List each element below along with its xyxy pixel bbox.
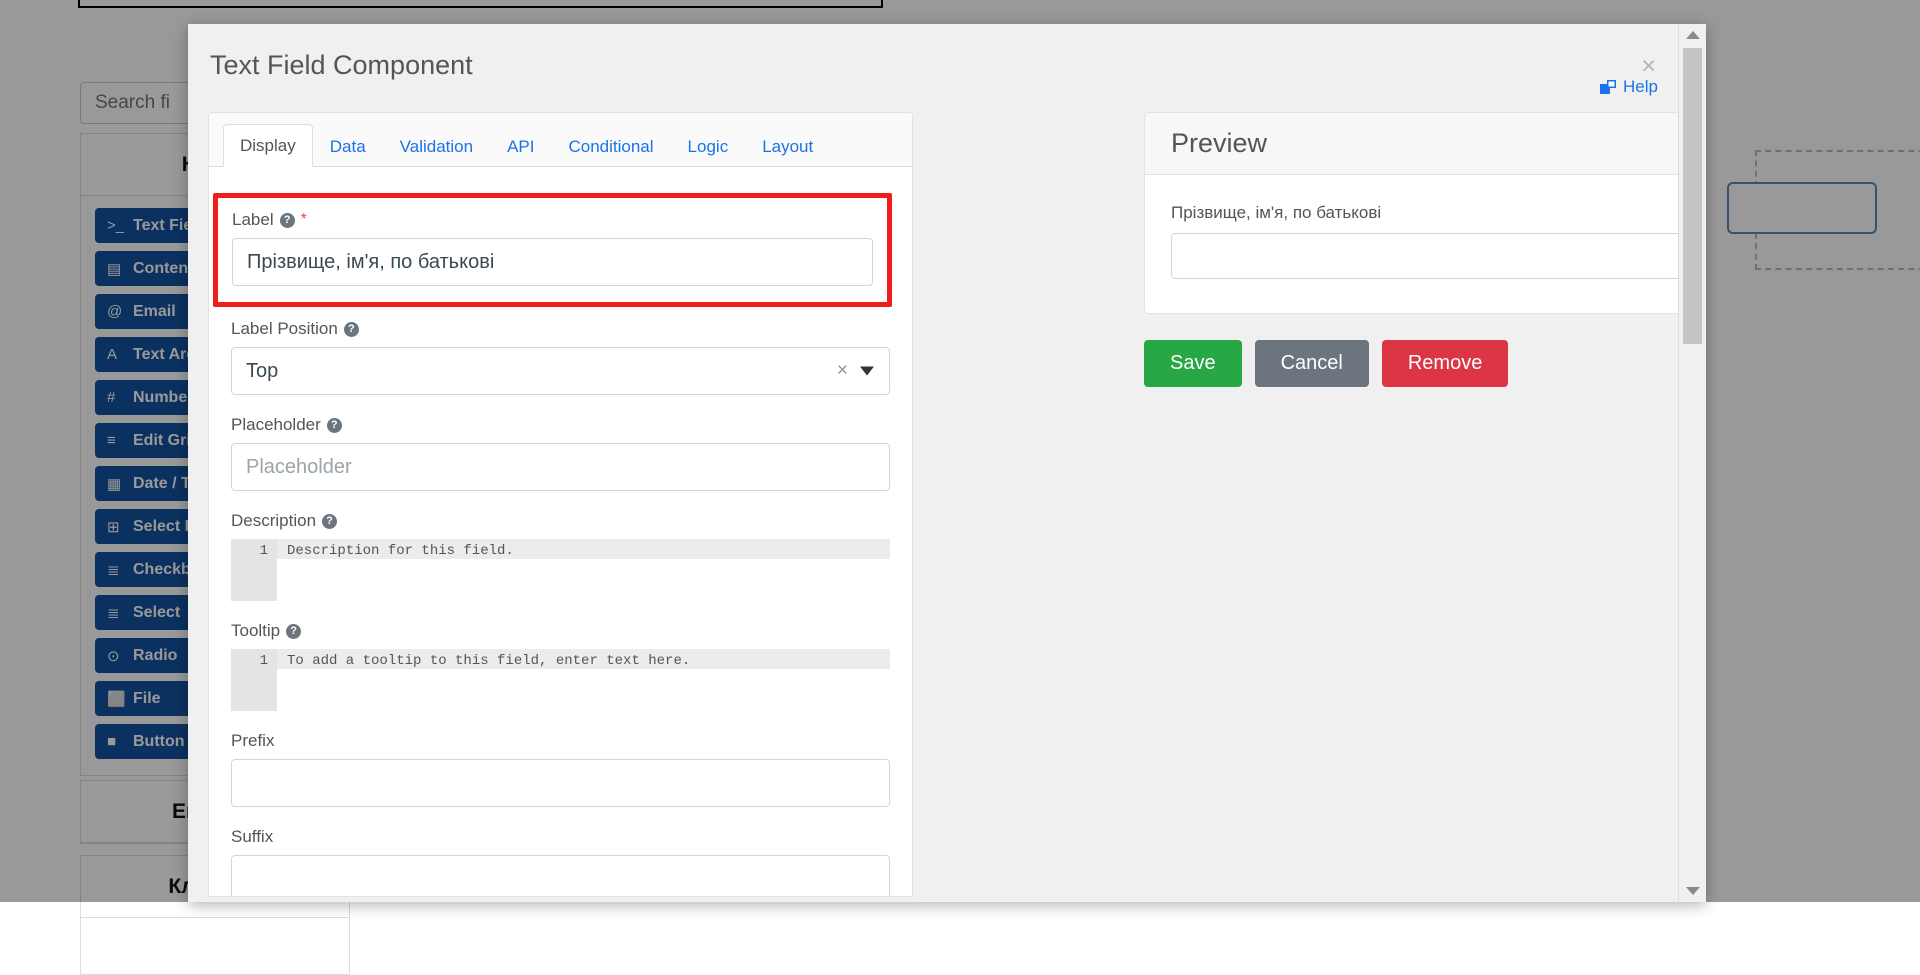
display-settings-form: Label ? * Label Position ? × bbox=[209, 167, 912, 897]
description-code-line: Description for this field. bbox=[277, 539, 890, 559]
tab-validation[interactable]: Validation bbox=[383, 125, 490, 167]
help-circle-icon[interactable]: ? bbox=[344, 322, 359, 337]
tooltip-code-line: To add a tooltip to this field, enter te… bbox=[277, 649, 890, 669]
modal-title: Text Field Component bbox=[210, 50, 473, 81]
tooltip-code-editor[interactable]: 1 To add a tooltip to this field, enter … bbox=[231, 649, 890, 711]
help-link[interactable]: Help bbox=[1600, 77, 1658, 97]
suffix-label-row: Suffix bbox=[231, 827, 890, 847]
tooltip-label: Tooltip bbox=[231, 621, 280, 641]
scrollbar-thumb[interactable] bbox=[1683, 48, 1702, 344]
label-input[interactable] bbox=[232, 238, 873, 286]
tab-api[interactable]: API bbox=[490, 125, 551, 167]
preview-title: Preview bbox=[1145, 113, 1678, 175]
scroll-down-arrow-icon[interactable] bbox=[1686, 887, 1700, 895]
tab-layout[interactable]: Layout bbox=[745, 125, 830, 167]
prefix-input[interactable] bbox=[231, 759, 890, 807]
description-code-empty bbox=[277, 559, 890, 601]
prefix-block: Prefix bbox=[231, 731, 890, 807]
modal-action-buttons: Save Cancel Remove bbox=[1144, 340, 1508, 387]
description-label: Description bbox=[231, 511, 316, 531]
help-circle-icon[interactable]: ? bbox=[327, 418, 342, 433]
external-window-icon bbox=[1600, 80, 1617, 95]
help-circle-icon[interactable]: ? bbox=[322, 514, 337, 529]
placeholder-label: Placeholder bbox=[231, 415, 321, 435]
help-circle-icon[interactable]: ? bbox=[280, 213, 295, 228]
label-position-label-row: Label Position ? bbox=[231, 319, 890, 339]
label-position-block: Label Position ? × bbox=[231, 319, 890, 395]
tooltip-code-body[interactable]: To add a tooltip to this field, enter te… bbox=[277, 649, 890, 711]
label-field-highlight: Label ? * bbox=[213, 193, 892, 307]
required-asterisk: * bbox=[301, 211, 307, 229]
description-code-body[interactable]: Description for this field. bbox=[277, 539, 890, 601]
tab-logic[interactable]: Logic bbox=[671, 125, 746, 167]
tab-conditional[interactable]: Conditional bbox=[551, 125, 670, 167]
label-position-value[interactable] bbox=[231, 347, 890, 395]
scroll-up-arrow-icon[interactable] bbox=[1686, 31, 1700, 39]
modal-content: Text Field Component × Help Display Data… bbox=[188, 24, 1678, 902]
label-position-label: Label Position bbox=[231, 319, 338, 339]
chevron-down-icon[interactable] bbox=[860, 367, 874, 376]
placeholder-label-row: Placeholder ? bbox=[231, 415, 890, 435]
suffix-block: Suffix bbox=[231, 827, 890, 897]
preview-text-input[interactable] bbox=[1171, 233, 1678, 279]
help-label: Help bbox=[1623, 77, 1658, 97]
clear-selection-icon[interactable]: × bbox=[837, 360, 848, 382]
settings-card: Display Data Validation API Conditional … bbox=[208, 112, 913, 897]
text-field-component-modal: Text Field Component × Help Display Data… bbox=[188, 24, 1706, 902]
tooltip-code-empty bbox=[277, 669, 890, 711]
label-field-label-row: Label ? * bbox=[232, 210, 873, 230]
label-position-select[interactable]: × bbox=[231, 347, 890, 395]
close-icon[interactable]: × bbox=[1641, 54, 1656, 79]
suffix-label: Suffix bbox=[231, 827, 273, 847]
placeholder-block: Placeholder ? bbox=[231, 415, 890, 491]
suffix-input[interactable] bbox=[231, 855, 890, 897]
description-block: Description ? 1 Description for this fie… bbox=[231, 511, 890, 601]
prefix-label: Prefix bbox=[231, 731, 274, 751]
tab-display[interactable]: Display bbox=[223, 124, 313, 167]
description-line-number: 1 bbox=[231, 539, 277, 601]
prefix-label-row: Prefix bbox=[231, 731, 890, 751]
save-button[interactable]: Save bbox=[1144, 340, 1242, 387]
preview-card: Preview Прізвище, ім'я, по батькові bbox=[1144, 112, 1678, 314]
remove-button[interactable]: Remove bbox=[1382, 340, 1508, 387]
label-field-label: Label bbox=[232, 210, 274, 230]
settings-tabs: Display Data Validation API Conditional … bbox=[209, 113, 912, 167]
cancel-button[interactable]: Cancel bbox=[1255, 340, 1369, 387]
tooltip-block: Tooltip ? 1 To add a tooltip to this fie… bbox=[231, 621, 890, 711]
description-label-row: Description ? bbox=[231, 511, 890, 531]
tooltip-label-row: Tooltip ? bbox=[231, 621, 890, 641]
preview-field-label: Прізвище, ім'я, по батькові bbox=[1171, 203, 1678, 223]
preview-body: Прізвище, ім'я, по батькові bbox=[1145, 175, 1678, 313]
description-code-editor[interactable]: 1 Description for this field. bbox=[231, 539, 890, 601]
modal-scrollbar[interactable] bbox=[1678, 24, 1706, 902]
tab-data[interactable]: Data bbox=[313, 125, 383, 167]
help-circle-icon[interactable]: ? bbox=[286, 624, 301, 639]
tooltip-line-number: 1 bbox=[231, 649, 277, 711]
placeholder-input[interactable] bbox=[231, 443, 890, 491]
